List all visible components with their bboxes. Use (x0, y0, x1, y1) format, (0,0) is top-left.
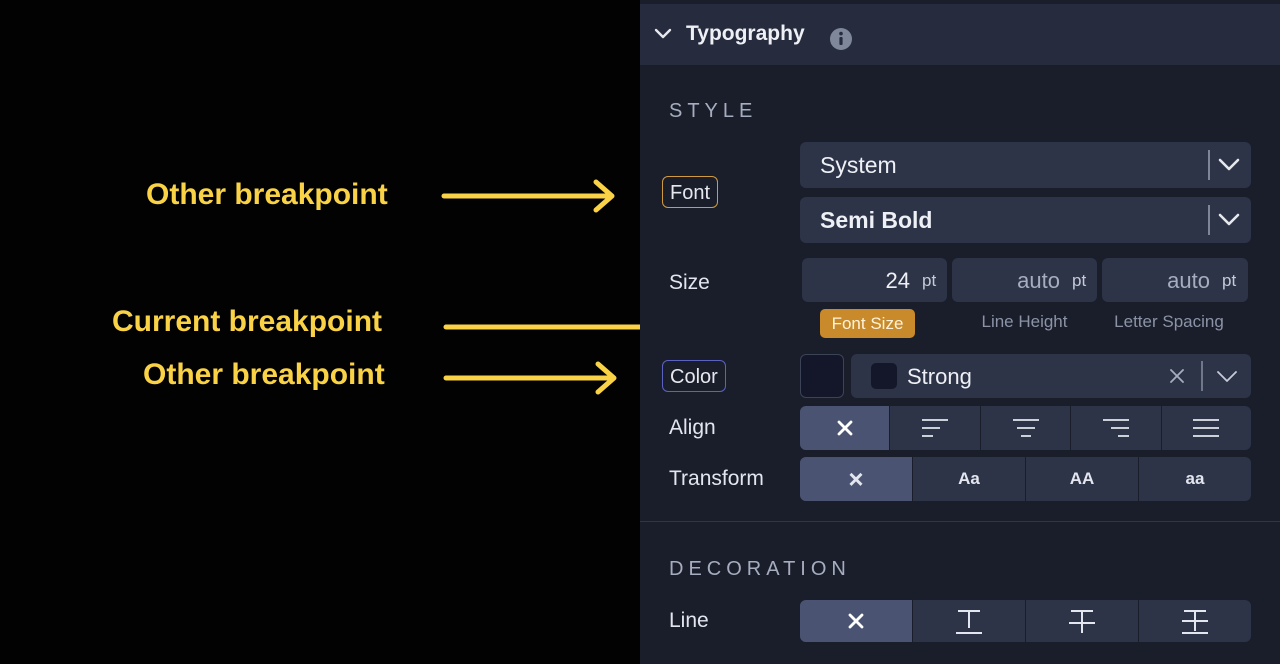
panel-title: Typography (686, 22, 805, 45)
color-token-value: Strong (907, 364, 972, 389)
letter-spacing-value: auto (1167, 268, 1210, 293)
close-icon (837, 420, 853, 436)
color-token-swatch (871, 363, 897, 389)
info-icon[interactable] (829, 27, 853, 51)
line-height-value: auto (1017, 268, 1060, 293)
select-divider (1208, 205, 1210, 235)
transform-none-button[interactable]: × (800, 457, 912, 501)
color-token-select[interactable]: Strong (851, 354, 1251, 398)
align-left-icon (922, 419, 949, 437)
transform-uppercase-label: AA (1069, 469, 1095, 488)
font-size-input[interactable]: 24 pt (802, 258, 947, 302)
close-icon[interactable] (1169, 368, 1185, 384)
align-none-button[interactable] (800, 406, 890, 450)
align-justify-button[interactable] (1160, 406, 1251, 450)
font-weight-select[interactable]: Semi Bold (800, 197, 1251, 243)
font-size-unit: pt (922, 271, 937, 290)
typography-panel: Typography STYLE Font System Semi Bold S… (640, 0, 1280, 664)
align-left-button[interactable] (889, 406, 979, 450)
transform-label: Transform (669, 467, 764, 490)
align-right-button[interactable] (1070, 406, 1160, 450)
color-label-badge[interactable]: Color (662, 360, 726, 392)
align-segmented-control (800, 406, 1251, 450)
font-size-value: 24 (885, 268, 910, 293)
font-family-value: System (820, 152, 897, 178)
transform-none-label: × (848, 463, 864, 494)
panel-header[interactable]: Typography (640, 4, 1280, 65)
decoration-overline-strike-button[interactable] (1138, 600, 1251, 642)
line-height-caption: Line Height (981, 312, 1068, 331)
decoration-strikethrough-button[interactable] (1025, 600, 1138, 642)
decoration-underline-button[interactable] (912, 600, 1025, 642)
align-justify-icon (1193, 419, 1220, 437)
font-weight-value: Semi Bold (820, 207, 933, 233)
align-label: Align (669, 416, 716, 439)
section-divider (640, 521, 1280, 522)
arrow-to-color (443, 361, 617, 395)
transform-segmented-control: × Aa AA aa (800, 457, 1251, 501)
select-divider (1208, 150, 1210, 180)
font-size-caption[interactable]: Font Size (820, 309, 915, 338)
transform-lowercase-button[interactable]: aa (1138, 457, 1251, 501)
annotation-other-breakpoint-color: Other breakpoint (143, 358, 385, 391)
style-section-title: STYLE (669, 100, 758, 122)
chevron-down-icon[interactable] (654, 27, 672, 41)
line-label: Line (669, 609, 709, 632)
transform-capitalize-button[interactable]: Aa (912, 457, 1025, 501)
transform-capitalize-label: Aa (958, 469, 980, 488)
chevron-down-icon[interactable] (1217, 212, 1241, 228)
strikethrough-icon (1069, 610, 1095, 633)
letter-spacing-unit: pt (1222, 271, 1237, 290)
color-swatch[interactable] (800, 354, 844, 398)
overline-strike-icon (1182, 610, 1208, 634)
select-divider (1201, 361, 1203, 391)
line-height-input[interactable]: auto pt (952, 258, 1097, 302)
transform-lowercase-label: aa (1185, 469, 1205, 488)
arrow-to-font (441, 179, 615, 213)
letter-spacing-input[interactable]: auto pt (1102, 258, 1248, 302)
annotation-other-breakpoint-font: Other breakpoint (146, 178, 388, 211)
letter-spacing-caption: Letter Spacing (1114, 312, 1224, 331)
size-label: Size (669, 271, 710, 294)
annotation-current-breakpoint: Current breakpoint (112, 305, 383, 338)
align-center-icon (1012, 419, 1039, 437)
transform-uppercase-button[interactable]: AA (1025, 457, 1138, 501)
chevron-down-icon[interactable] (1216, 370, 1238, 384)
underline-icon (956, 610, 982, 634)
align-right-icon (1102, 419, 1129, 437)
line-decoration-segmented-control (800, 600, 1251, 642)
font-label-badge[interactable]: Font (662, 176, 719, 208)
chevron-down-icon[interactable] (1217, 157, 1241, 173)
align-center-button[interactable] (979, 406, 1070, 450)
close-icon (848, 613, 864, 629)
decoration-section-title: DECORATION (669, 558, 851, 580)
line-height-unit: pt (1072, 271, 1087, 290)
font-family-select[interactable]: System (800, 142, 1251, 188)
decoration-none-button[interactable] (800, 600, 912, 642)
